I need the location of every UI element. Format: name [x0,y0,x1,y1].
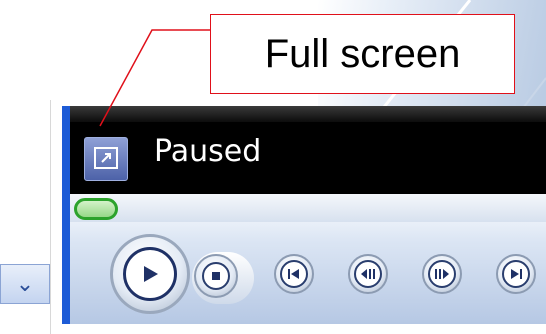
play-button[interactable] [110,234,190,314]
rewind-icon [361,269,375,279]
window-border [62,106,70,324]
seek-bar[interactable] [70,194,546,222]
play-icon [144,266,158,282]
fast-forward-icon [435,269,449,279]
bottom-edge [62,324,546,334]
next-button[interactable] [496,254,536,294]
chevron-down-icon: ⌄ [15,271,35,296]
control-buttons [84,232,546,324]
dropdown-button[interactable]: ⌄ [0,264,50,304]
fullscreen-icon [94,147,118,169]
fullscreen-button[interactable] [84,137,128,181]
previous-button[interactable] [274,254,314,294]
skip-forward-icon [511,269,522,279]
media-player: Paused [62,106,546,324]
callout-label: Full screen [264,31,461,76]
stop-button[interactable] [194,254,238,298]
player-top-strip [70,106,546,122]
transport-controls [70,194,546,324]
seek-thumb[interactable] [74,198,118,220]
playback-status: Paused [154,134,262,169]
skip-back-icon [288,269,299,279]
divider [50,100,51,334]
status-area: Paused [70,122,546,194]
fullscreen-callout: Full screen [210,14,515,94]
stop-icon [212,272,220,280]
fast-forward-button[interactable] [422,254,462,294]
rewind-button[interactable] [348,254,388,294]
